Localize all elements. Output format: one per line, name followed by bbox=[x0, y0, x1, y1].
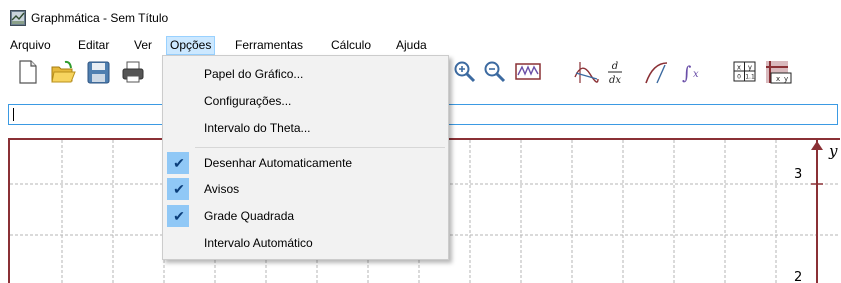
menu-ferramentas[interactable]: Ferramentas bbox=[235, 36, 303, 55]
menu-opcoes[interactable]: Opções bbox=[166, 36, 216, 55]
derivative-icon: d dx bbox=[608, 61, 622, 86]
svg-text:x: x bbox=[693, 69, 699, 80]
svg-text:dx: dx bbox=[609, 75, 621, 86]
menu-arquivo[interactable]: Arquivo bbox=[10, 36, 51, 55]
graph-window-button[interactable] bbox=[514, 59, 542, 85]
menu-editar[interactable]: Editar bbox=[78, 36, 109, 55]
menu-ver[interactable]: Ver bbox=[134, 36, 152, 55]
new-document-icon bbox=[19, 60, 37, 84]
svg-text:y: y bbox=[784, 75, 788, 83]
y-tick-label-3: 3 bbox=[794, 167, 802, 182]
checkmark-icon: ✔ bbox=[173, 155, 185, 171]
derivative-button[interactable]: d dx bbox=[604, 59, 626, 86]
open-folder-icon bbox=[51, 60, 76, 83]
save-button[interactable] bbox=[86, 59, 114, 85]
menu-item-grade-quadrada[interactable]: ✔ Grade Quadrada bbox=[165, 204, 446, 228]
menu-item-configuracoes[interactable]: Configurações... bbox=[165, 89, 446, 113]
data-plot-icon: x y bbox=[766, 61, 792, 84]
zoom-out-icon bbox=[484, 61, 506, 83]
save-disk-icon bbox=[87, 61, 110, 84]
xy-table-button[interactable]: x y 0 1.1 bbox=[732, 59, 760, 85]
svg-text:y: y bbox=[748, 64, 752, 72]
svg-text:∫: ∫ bbox=[682, 63, 692, 84]
menu-item-label: Papel do Gráfico... bbox=[204, 67, 304, 81]
svg-text:d: d bbox=[612, 61, 618, 72]
menu-ajuda[interactable]: Ajuda bbox=[396, 36, 427, 55]
checkmark-icon: ✔ bbox=[173, 208, 185, 224]
integral-icon: ∫ x bbox=[682, 63, 699, 84]
svg-text:0: 0 bbox=[737, 74, 741, 81]
menu-bar: Arquivo Editar Ver Opções Ferramentas Cá… bbox=[0, 33, 841, 55]
menu-item-intervalo-automatico[interactable]: Intervalo Automático bbox=[165, 231, 446, 255]
integral-button[interactable]: ∫ x bbox=[678, 59, 706, 85]
curve-button[interactable] bbox=[643, 59, 671, 85]
svg-text:x: x bbox=[737, 64, 741, 72]
menu-item-label: Configurações... bbox=[204, 94, 292, 108]
zoom-in-icon bbox=[454, 61, 476, 83]
title-bar: Graphmática - Sem Título bbox=[0, 0, 841, 33]
svg-text:x: x bbox=[776, 75, 780, 83]
menu-item-label: Intervalo do Theta... bbox=[204, 121, 311, 135]
checkmark-icon: ✔ bbox=[173, 181, 185, 197]
tangent-icon bbox=[574, 62, 599, 83]
menu-item-label: Avisos bbox=[204, 182, 240, 196]
y-tick-label-2: 2 bbox=[794, 270, 802, 283]
print-button[interactable] bbox=[122, 59, 144, 85]
menu-separator bbox=[195, 147, 445, 148]
options-menu: Papel do Gráfico... Configurações... Int… bbox=[162, 55, 449, 260]
tangent-button[interactable] bbox=[572, 59, 600, 85]
window-title: Graphmática - Sem Título bbox=[31, 11, 169, 25]
y-axis-arrow bbox=[811, 141, 823, 150]
print-icon bbox=[122, 61, 144, 83]
menu-item-avisos[interactable]: ✔ Avisos bbox=[165, 177, 446, 201]
menu-item-label: Grade Quadrada bbox=[204, 209, 295, 223]
data-plot-button[interactable]: x y bbox=[764, 59, 792, 85]
svg-text:1.1: 1.1 bbox=[745, 74, 755, 81]
graphmatica-app-icon bbox=[10, 10, 26, 26]
menu-item-label: Intervalo Automático bbox=[204, 236, 313, 250]
curve-icon bbox=[645, 62, 668, 84]
menu-item-label: Desenhar Automaticamente bbox=[204, 156, 353, 170]
menu-item-intervalo-do-theta[interactable]: Intervalo do Theta... bbox=[165, 116, 446, 140]
graph-wave-icon bbox=[515, 63, 541, 80]
menu-calculo[interactable]: Cálculo bbox=[331, 36, 371, 55]
menu-item-papel-do-grafico[interactable]: Papel do Gráfico... bbox=[165, 62, 446, 86]
zoom-out-button[interactable] bbox=[482, 59, 510, 85]
zoom-in-button[interactable] bbox=[452, 59, 480, 85]
menu-item-desenhar-automaticamente[interactable]: ✔ Desenhar Automaticamente bbox=[165, 151, 446, 175]
y-axis-label: y bbox=[828, 142, 838, 160]
open-button[interactable] bbox=[50, 59, 78, 85]
text-caret bbox=[13, 108, 14, 121]
new-document-button[interactable] bbox=[16, 59, 44, 85]
xy-table-icon: x y 0 1.1 bbox=[733, 61, 756, 82]
